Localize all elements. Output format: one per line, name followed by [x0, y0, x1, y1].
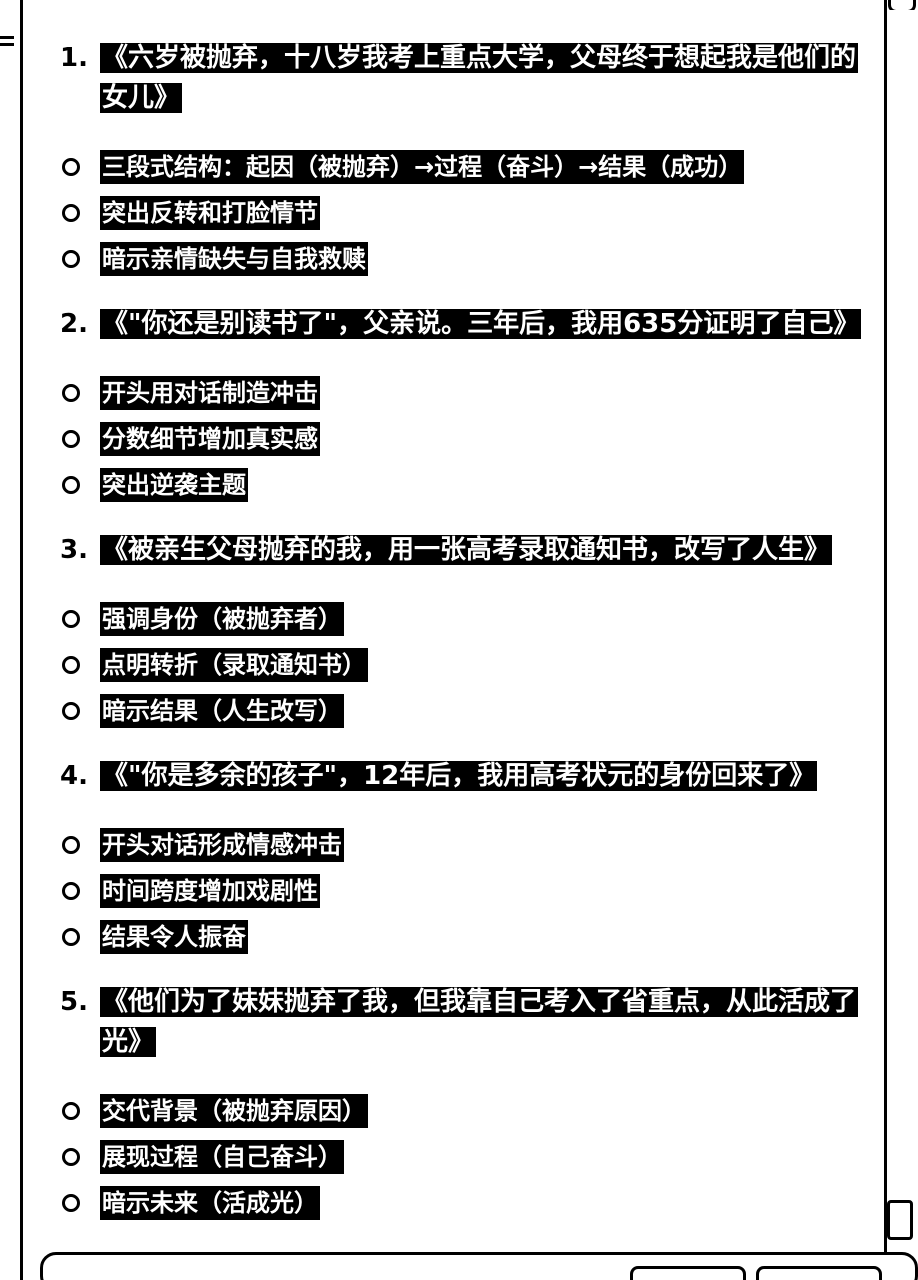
item-heading: 2. 《"你还是别读书了"，父亲说。三年后，我用635分证明了自己》 — [60, 304, 862, 344]
bullet-text: 三段式结构：起因（被抛弃）→过程（奋斗）→结果（成功） — [100, 150, 745, 184]
title-item: 4. 《"你是多余的孩子"，12年后，我用高考状元的身份回来了》 开头对话形成情… — [60, 756, 860, 960]
bullet-list: 交代背景（被抛弃原因） 展现过程（自己奋斗） 暗示未来（活成光） — [60, 1088, 860, 1226]
bullet-list: 强调身份（被抛弃者） 点明转折（录取通知书） 暗示结果（人生改写） — [60, 596, 860, 734]
list-item: 开头用对话制造冲击 — [60, 370, 860, 416]
bullet-text: 开头用对话制造冲击 — [100, 376, 320, 410]
item-number: 4. — [60, 761, 88, 791]
hollow-circle-icon — [62, 1102, 80, 1120]
list-item: 交代背景（被抛弃原因） — [60, 1088, 860, 1134]
hamburger-icon[interactable] — [0, 36, 16, 54]
bullet-text: 交代背景（被抛弃原因） — [100, 1094, 368, 1128]
bullet-text: 结果令人振奋 — [100, 920, 248, 954]
hollow-circle-icon — [62, 702, 80, 720]
list-item: 点明转折（录取通知书） — [60, 642, 860, 688]
bullet-list: 三段式结构：起因（被抛弃）→过程（奋斗）→结果（成功） 突出反转和打脸情节 暗示… — [60, 144, 860, 282]
hollow-circle-icon — [62, 250, 80, 268]
bullet-text: 开头对话形成情感冲击 — [100, 828, 344, 862]
bullet-list: 开头对话形成情感冲击 时间跨度增加戏剧性 结果令人振奋 — [60, 822, 860, 960]
item-title: 《被亲生父母抛弃的我，用一张高考录取通知书，改写了人生》 — [100, 535, 833, 565]
item-number: 3. — [60, 535, 88, 565]
list-item: 展现过程（自己奋斗） — [60, 1134, 860, 1180]
item-heading: 1. 《六岁被抛弃，十八岁我考上重点大学，父母终于想起我是他们的女儿》 — [60, 38, 860, 118]
hollow-circle-icon — [62, 430, 80, 448]
bullet-text: 强调身份（被抛弃者） — [100, 602, 344, 636]
title-item: 2. 《"你还是别读书了"，父亲说。三年后，我用635分证明了自己》 开头用对话… — [60, 304, 862, 508]
hollow-circle-icon — [62, 610, 80, 628]
hollow-circle-icon — [62, 882, 80, 900]
title-item: 1. 《六岁被抛弃，十八岁我考上重点大学，父母终于想起我是他们的女儿》 三段式结… — [60, 38, 860, 282]
hollow-circle-icon — [62, 928, 80, 946]
list-item: 强调身份（被抛弃者） — [60, 596, 860, 642]
list-item: 突出逆袭主题 — [60, 462, 860, 508]
hollow-circle-icon — [62, 204, 80, 222]
list-item: 结果令人振奋 — [60, 914, 860, 960]
list-item: 暗示未来（活成光） — [60, 1180, 860, 1226]
bullet-text: 突出逆袭主题 — [100, 468, 248, 502]
send-button[interactable] — [756, 1266, 882, 1280]
item-title: 《"你是多余的孩子"，12年后，我用高考状元的身份回来了》 — [100, 761, 818, 791]
item-number: 5. — [60, 987, 88, 1017]
hollow-circle-icon — [62, 656, 80, 674]
bullet-text: 暗示结果（人生改写） — [100, 694, 344, 728]
list-item: 开头对话形成情感冲击 — [60, 822, 860, 868]
item-heading: 5. 《他们为了妹妹抛弃了我，但我靠自己考入了省重点，从此活成了光》 — [60, 982, 860, 1062]
window-right-border — [884, 0, 887, 1280]
bullet-text: 暗示亲情缺失与自我救赎 — [100, 242, 368, 276]
list-item: 时间跨度增加戏剧性 — [60, 868, 860, 914]
title-item: 5. 《他们为了妹妹抛弃了我，但我靠自己考入了省重点，从此活成了光》 交代背景（… — [60, 982, 860, 1226]
bullet-text: 突出反转和打脸情节 — [100, 196, 320, 230]
item-heading: 3. 《被亲生父母抛弃的我，用一张高考录取通知书，改写了人生》 — [60, 530, 860, 570]
hollow-circle-icon — [62, 836, 80, 854]
bullet-text: 暗示未来（活成光） — [100, 1186, 320, 1220]
list-item: 分数细节增加真实感 — [60, 416, 860, 462]
list-item: 暗示亲情缺失与自我救赎 — [60, 236, 860, 282]
bullet-text: 时间跨度增加戏剧性 — [100, 874, 320, 908]
scrollbar-thumb[interactable] — [887, 1200, 913, 1240]
title-item: 3. 《被亲生父母抛弃的我，用一张高考录取通知书，改写了人生》 强调身份（被抛弃… — [60, 530, 860, 734]
hollow-circle-icon — [62, 158, 80, 176]
hollow-circle-icon — [62, 1148, 80, 1166]
item-title: 《"你还是别读书了"，父亲说。三年后，我用635分证明了自己》 — [100, 309, 862, 339]
list-item: 三段式结构：起因（被抛弃）→过程（奋斗）→结果（成功） — [60, 144, 860, 190]
hollow-circle-icon — [62, 476, 80, 494]
item-title: 《他们为了妹妹抛弃了我，但我靠自己考入了省重点，从此活成了光》 — [100, 987, 859, 1057]
bullet-text: 分数细节增加真实感 — [100, 422, 320, 456]
list-item: 突出反转和打脸情节 — [60, 190, 860, 236]
hollow-circle-icon — [62, 1194, 80, 1212]
bullet-text: 展现过程（自己奋斗） — [100, 1140, 344, 1174]
item-title: 《六岁被抛弃，十八岁我考上重点大学，父母终于想起我是他们的女儿》 — [100, 43, 859, 113]
message-content: 1. 《六岁被抛弃，十八岁我考上重点大学，父母终于想起我是他们的女儿》 三段式结… — [60, 38, 862, 1248]
hollow-circle-icon — [62, 384, 80, 402]
item-heading: 4. 《"你是多余的孩子"，12年后，我用高考状元的身份回来了》 — [60, 756, 860, 796]
item-number: 1. — [60, 43, 88, 73]
window-left-border — [20, 0, 23, 1280]
bullet-list: 开头用对话制造冲击 分数细节增加真实感 突出逆袭主题 — [60, 370, 860, 508]
scrollbar-track[interactable] — [888, 10, 916, 1200]
toolbar-button[interactable] — [630, 1266, 746, 1280]
item-number: 2. — [60, 309, 88, 339]
bullet-text: 点明转折（录取通知书） — [100, 648, 368, 682]
list-item: 暗示结果（人生改写） — [60, 688, 860, 734]
